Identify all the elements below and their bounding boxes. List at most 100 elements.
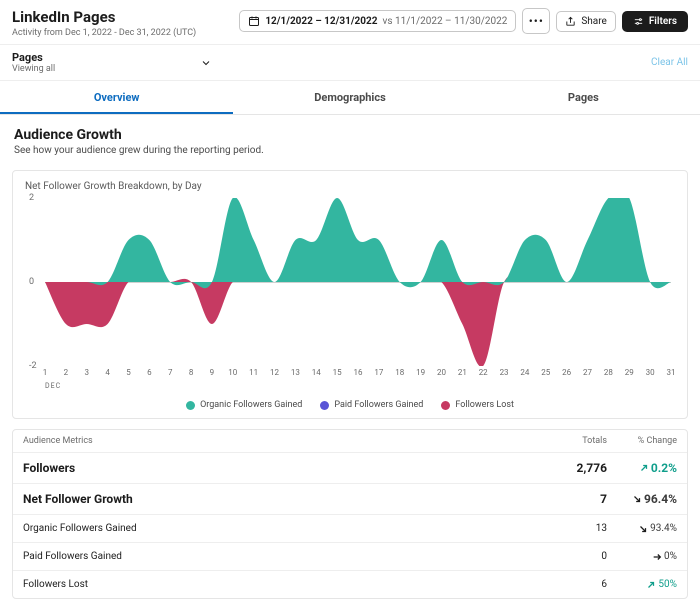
audience-metrics-table: Audience Metrics Totals % Change Followe…	[12, 429, 688, 599]
tab-overview[interactable]: Overview	[0, 81, 233, 114]
arrow-right-icon	[652, 552, 662, 562]
chart-legend: Organic Followers Gained Paid Followers …	[25, 390, 675, 412]
xtick: 5	[126, 368, 131, 377]
xtick: 2	[64, 368, 69, 377]
metric-label: Organic Followers Gained	[23, 523, 537, 534]
audience-growth-section: Audience Growth See how your audience gr…	[0, 115, 700, 160]
xtick: 26	[562, 368, 571, 377]
pages-selector[interactable]: Pages Viewing all	[12, 51, 55, 74]
xtick: 31	[667, 368, 676, 377]
xtick: 27	[583, 368, 592, 377]
xtick: 23	[500, 368, 509, 377]
metrics-row: Net Follower Growth796.4%	[13, 484, 687, 515]
xtick: 19	[416, 368, 425, 377]
date-range-compare: vs 11/1/2022 – 11/30/2022	[383, 16, 508, 27]
xtick: 7	[168, 368, 173, 377]
metric-total: 6	[537, 579, 607, 590]
xtick: 22	[479, 368, 488, 377]
xtick: 11	[249, 368, 258, 377]
area-followers-lost	[45, 276, 671, 366]
arrow-down-right-icon	[638, 524, 648, 534]
legend-lost: Followers Lost	[441, 400, 514, 410]
metric-label: Followers	[23, 461, 537, 475]
section-title: Audience Growth	[14, 127, 686, 143]
ytick: 0	[29, 277, 34, 287]
filters-label: Filters	[649, 16, 677, 27]
legend-swatch-organic	[186, 401, 195, 410]
area-organic-gained	[45, 198, 671, 288]
xtick: 20	[437, 368, 446, 377]
arrow-up-right-icon	[646, 580, 656, 590]
chart-title: Net Follower Growth Breakdown, by Day	[25, 181, 675, 192]
more-menu-button[interactable]: •••	[522, 8, 550, 34]
clear-all-link[interactable]: Clear All	[651, 57, 688, 68]
filters-button[interactable]: Filters	[622, 11, 688, 32]
metric-change: 0.2%	[607, 461, 677, 475]
metrics-header-totals: Totals	[537, 436, 607, 446]
xtick: 8	[189, 368, 194, 377]
date-range-picker[interactable]: 12/1/2022 – 12/31/2022 vs 11/1/2022 – 11…	[239, 10, 516, 32]
activity-subtitle: Activity from Dec 1, 2022 - Dec 31, 2022…	[12, 28, 196, 38]
chart-x-labels: 1234567891011121314151617181920212223242…	[45, 368, 671, 382]
calendar-icon	[248, 15, 260, 27]
metric-label: Net Follower Growth	[23, 492, 537, 506]
tabs: Overview Demographics Pages	[0, 81, 700, 115]
xtick: 15	[333, 368, 342, 377]
chart-month-label: DEC	[45, 382, 675, 390]
metrics-header-row: Audience Metrics Totals % Change	[13, 430, 687, 453]
metric-label: Followers Lost	[23, 579, 537, 590]
metrics-row: Organic Followers Gained1393.4%	[13, 515, 687, 543]
metric-change: 0%	[607, 551, 677, 562]
share-icon	[565, 16, 576, 27]
legend-swatch-paid	[320, 401, 329, 410]
section-subtitle: See how your audience grew during the re…	[14, 145, 686, 156]
tab-demographics[interactable]: Demographics	[233, 81, 466, 114]
page-title: LinkedIn Pages	[12, 8, 196, 26]
share-label: Share	[581, 16, 606, 27]
header-actions: 12/1/2022 – 12/31/2022 vs 11/1/2022 – 11…	[239, 8, 688, 34]
chart-frame: 20-2	[45, 198, 671, 366]
xtick: 4	[105, 368, 110, 377]
xtick: 14	[312, 368, 321, 377]
xtick: 10	[228, 368, 237, 377]
pages-selector-label: Pages	[12, 51, 55, 64]
tab-pages[interactable]: Pages	[467, 81, 700, 114]
chevron-down-icon	[200, 57, 212, 69]
metrics-header-change: % Change	[607, 436, 677, 446]
pages-selector-sub: Viewing all	[12, 64, 55, 74]
sliders-icon	[633, 16, 644, 27]
metrics-row: Paid Followers Gained00%	[13, 543, 687, 571]
legend-organic: Organic Followers Gained	[186, 400, 302, 410]
metric-total: 13	[537, 523, 607, 534]
metric-change: 96.4%	[607, 492, 677, 506]
header-left: LinkedIn Pages Activity from Dec 1, 2022…	[12, 8, 196, 38]
metric-change: 93.4%	[607, 523, 677, 534]
xtick: 24	[520, 368, 529, 377]
xtick: 13	[291, 368, 300, 377]
xtick: 9	[210, 368, 215, 377]
arrow-down-right-icon	[632, 494, 642, 504]
pages-selector-row: Pages Viewing all Clear All	[0, 44, 700, 81]
xtick: 3	[84, 368, 89, 377]
date-range-selected: 12/1/2022 – 12/31/2022	[265, 16, 377, 27]
xtick: 6	[147, 368, 152, 377]
xtick: 17	[374, 368, 383, 377]
xtick: 12	[270, 368, 279, 377]
metrics-row: Followers2,7760.2%	[13, 453, 687, 484]
share-button[interactable]: Share	[556, 11, 615, 32]
xtick: 21	[458, 368, 467, 377]
pages-selector-chevron[interactable]	[195, 52, 217, 74]
xtick: 1	[43, 368, 48, 377]
ellipsis-icon: •••	[529, 14, 544, 28]
xtick: 29	[625, 368, 634, 377]
xtick: 28	[604, 368, 613, 377]
xtick: 25	[541, 368, 550, 377]
xtick: 16	[354, 368, 363, 377]
chart-svg	[45, 198, 671, 366]
chart-card: Net Follower Growth Breakdown, by Day 20…	[12, 170, 688, 419]
metric-label: Paid Followers Gained	[23, 551, 537, 562]
xtick: 30	[646, 368, 655, 377]
metric-total: 7	[537, 492, 607, 506]
legend-swatch-lost	[441, 401, 450, 410]
ytick: 2	[29, 193, 34, 203]
